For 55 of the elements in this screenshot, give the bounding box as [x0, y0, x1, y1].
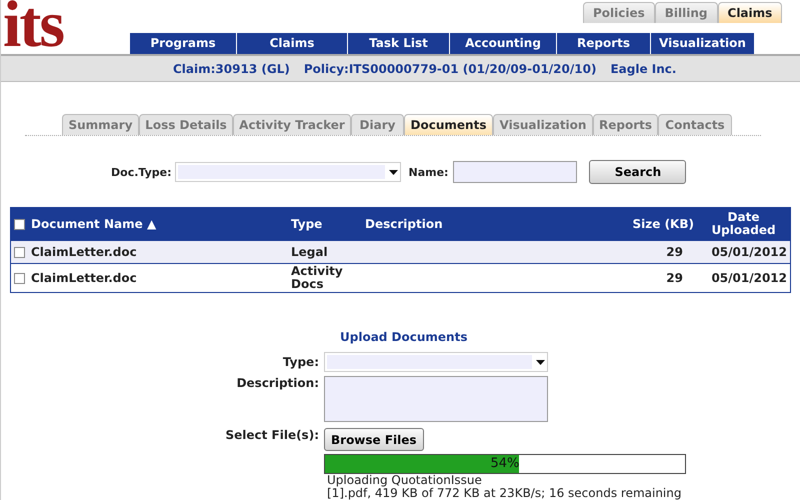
column-header: Date Uploaded	[711, 210, 776, 237]
top-tab[interactable]: Billing	[654, 2, 718, 23]
nav-menu-item[interactable]: Programs	[130, 33, 237, 54]
section-tab[interactable]: Contacts	[658, 114, 732, 135]
document-type: Legal	[291, 246, 329, 258]
doc-type-dropdown[interactable]	[174, 162, 400, 182]
row-checkbox[interactable]	[14, 246, 25, 258]
nav-menu-item[interactable]: Claims	[237, 33, 348, 54]
upload-status-text: [1].pdf, 419 KB of 772 KB at 23KB/s; 16 seconds remaining	[327, 487, 682, 500]
upload-date: 05/01/2012	[711, 244, 787, 258]
claim-number: Claim:30913 (GL)	[173, 62, 290, 76]
select-all-checkbox[interactable]	[14, 218, 25, 230]
document-size: 29	[666, 270, 683, 284]
section-tab[interactable]: Loss Details	[139, 114, 233, 135]
doc-type-label: Doc.Type:	[111, 166, 172, 178]
type-label: Type:	[282, 354, 319, 371]
policy-info: Policy:ITS00000779-01 (01/20/09-01/20/10)	[304, 62, 596, 76]
dropdown-caret-icon	[536, 360, 545, 364]
top-tab[interactable]: Claims	[718, 2, 782, 23]
dropdown-caret-icon	[388, 170, 398, 174]
section-tab[interactable]: Visualization	[493, 114, 593, 135]
top-tab[interactable]: Policies	[583, 2, 655, 23]
column-header: Description	[365, 216, 443, 230]
type-dropdown[interactable]	[324, 352, 548, 372]
select-files-label: Select File(s):	[224, 428, 319, 444]
sort-ascending-icon: ▲	[146, 216, 156, 230]
section-tab[interactable]: Summary	[62, 114, 139, 135]
section-tab[interactable]: Diary	[351, 114, 404, 135]
progress-reading: 54%	[490, 456, 520, 471]
section-tab[interactable]: Activity Tracker	[233, 114, 351, 135]
nav-menu-item[interactable]: Accounting	[450, 33, 557, 54]
section-tab[interactable]: Reports	[593, 114, 658, 135]
nav-menu-item[interactable]: Reports	[557, 33, 651, 54]
document-name: ClaimLetter.doc	[31, 244, 137, 258]
upload-section-title: Upload Documents	[340, 330, 468, 344]
description-field[interactable]	[324, 376, 548, 422]
document-name: ClaimLetter.doc	[31, 270, 137, 284]
upload-status-text: Uploading QuotationIssue	[327, 474, 483, 487]
nav-menu-item[interactable]: Task List	[348, 33, 450, 54]
row-checkbox[interactable]	[14, 272, 25, 284]
name-label: Name:	[408, 166, 448, 178]
upload-date: 05/01/2012	[711, 270, 787, 284]
section-tab[interactable]: Documents	[404, 114, 493, 135]
logo: its	[2, 0, 64, 54]
nav-menu-item[interactable]: Visualization	[651, 33, 755, 54]
name-input-field[interactable]	[453, 161, 578, 183]
column-header: Size (KB)	[632, 216, 694, 230]
column-header[interactable]: Document Name	[31, 216, 143, 230]
document-size: 29	[666, 244, 683, 258]
document-type: Activity Docs	[291, 265, 344, 291]
column-header: Type	[291, 216, 322, 230]
browse-files-button[interactable]: Browse Files	[324, 428, 424, 451]
search-button[interactable]: Search	[589, 160, 686, 184]
insured-name: Eagle Inc.	[610, 62, 676, 76]
description-label: Description:	[236, 376, 319, 392]
